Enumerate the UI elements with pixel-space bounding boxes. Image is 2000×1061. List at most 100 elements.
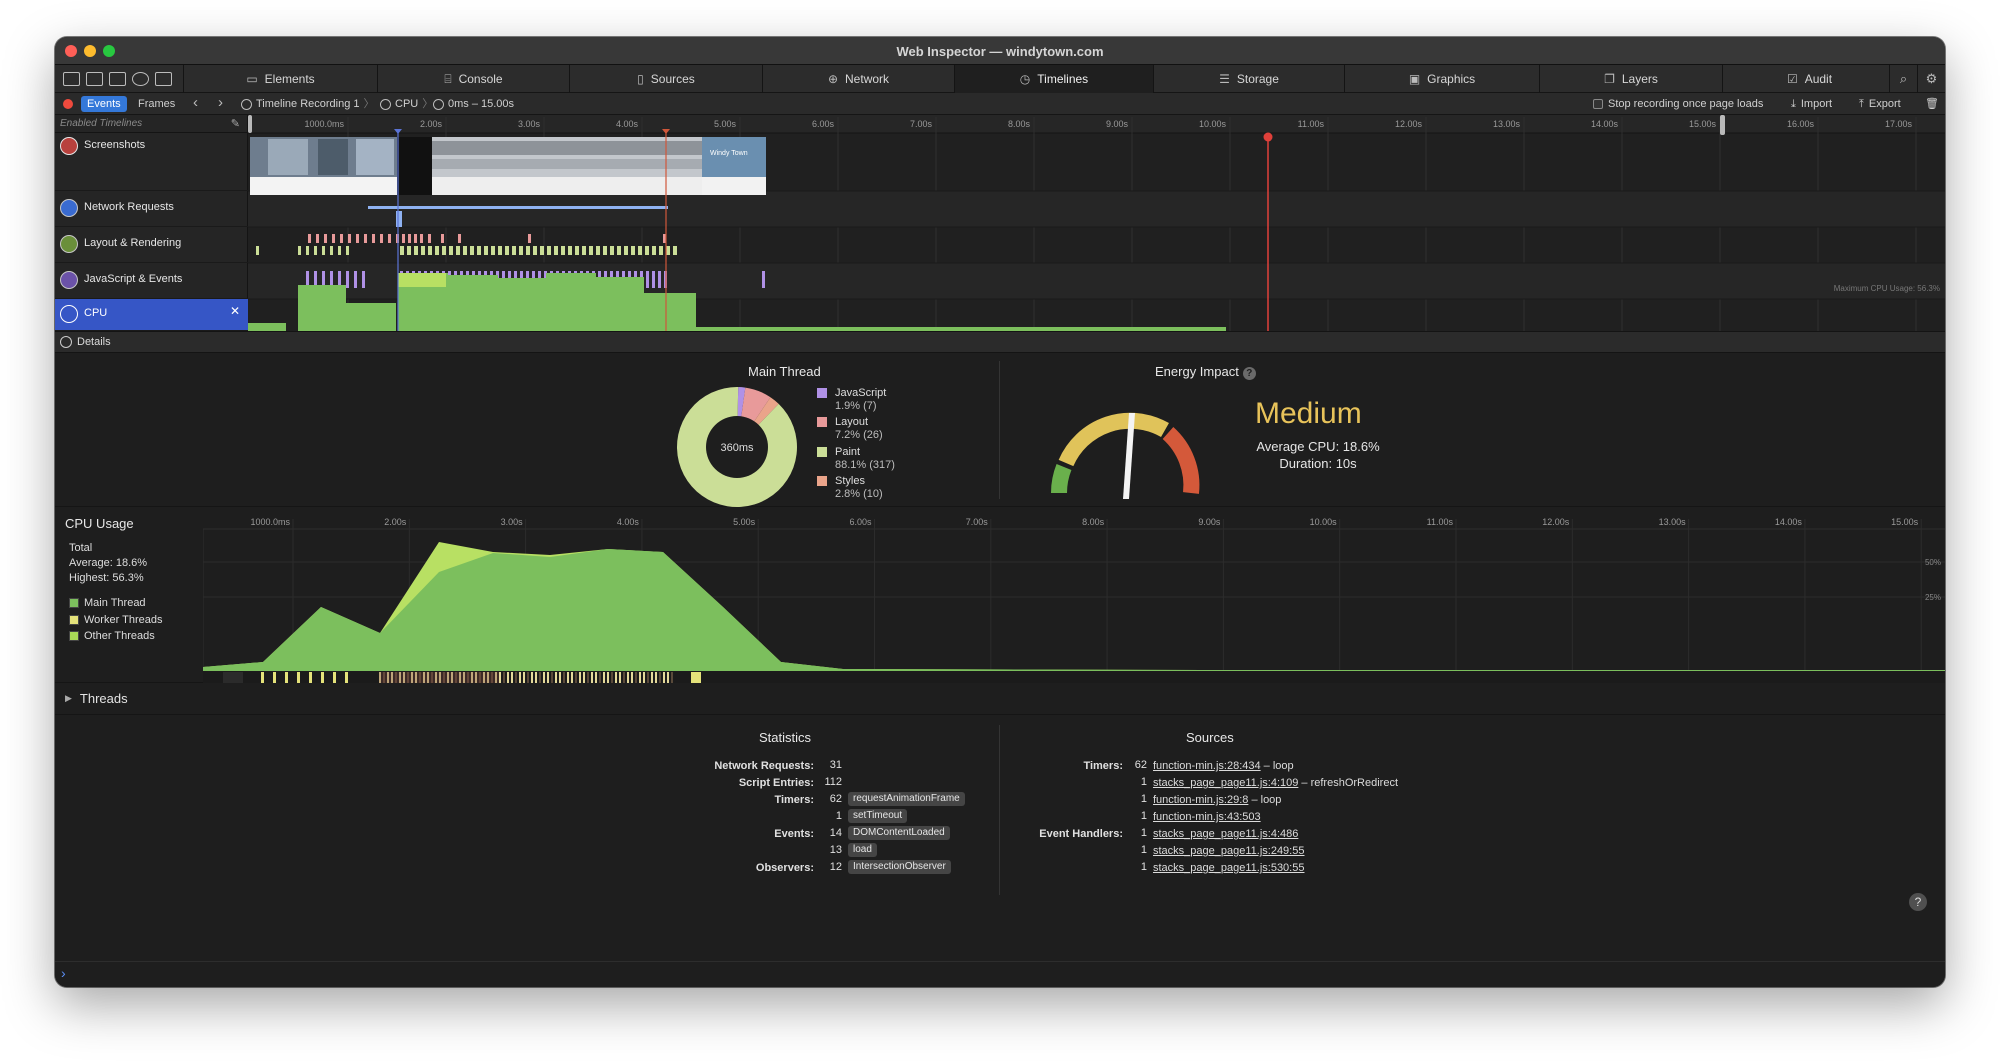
frames-mode-button[interactable]: Frames xyxy=(138,96,175,112)
cpu-sample-mark xyxy=(273,672,276,683)
source-link[interactable]: stacks_page_page11.js:4:109 xyxy=(1153,777,1298,789)
dock-bottom-icon[interactable] xyxy=(86,72,103,86)
cpu-sample-mark xyxy=(503,672,505,683)
overview-tick-label: 16.00s xyxy=(1787,119,1815,129)
threads-disclosure[interactable]: ▶ Threads xyxy=(55,683,1945,715)
paint-event-mark xyxy=(470,246,474,255)
overview-graph-area: 1000.0ms 2.00s 3.00s 4.00s 5.00s 6.00s 7.00s 8.… xyxy=(248,115,1945,331)
details-bar: Details xyxy=(55,331,1945,353)
breadcrumb-cpu[interactable]: CPU 〉 xyxy=(380,96,433,112)
cpu-usage-panel: CPU Usage Total Average: 18.6% Highest: … xyxy=(55,507,1945,683)
sources-count: 62 xyxy=(1134,759,1147,771)
back-arrow-icon[interactable]: ‹ xyxy=(193,94,198,111)
timelines-sidebar: Enabled Timelines ✎ Screenshots Network … xyxy=(55,115,248,331)
source-link[interactable]: stacks_page_page11.js:4:486 xyxy=(1153,828,1298,840)
statistics-pill[interactable]: requestAnimationFrame xyxy=(848,792,965,806)
export-button[interactable]: ⤒ Export xyxy=(1859,96,1901,112)
cpu-total-label: Total xyxy=(69,542,93,554)
statistics-pill[interactable]: DOMContentLoaded xyxy=(848,826,950,840)
energy-help-icon[interactable]: ? xyxy=(1242,367,1256,380)
tab-timelines[interactable]: ◷ Timelines xyxy=(954,65,1153,93)
import-button[interactable]: ⤓ Import xyxy=(1791,96,1832,112)
device-settings-icon[interactable] xyxy=(155,72,172,86)
timeline-row-screenshots[interactable]: Screenshots xyxy=(55,133,248,191)
cpu-average: Average: 18.6% xyxy=(69,557,148,569)
forward-arrow-icon[interactable]: › xyxy=(218,94,223,111)
stop-recording-checkbox[interactable] xyxy=(1593,99,1603,109)
brush-icon xyxy=(60,235,78,253)
tab-elements[interactable]: ▭ Elements xyxy=(183,65,377,93)
layout-event-mark xyxy=(372,234,375,243)
stop-recording-option[interactable]: Stop recording once page loads xyxy=(1593,96,1763,112)
screenshot-strip[interactable]: Windy Town xyxy=(250,137,766,195)
edit-pencil-icon[interactable]: ✎ xyxy=(231,117,240,130)
tab-sources[interactable]: ▯ Sources xyxy=(569,65,762,93)
cpu-legend: Main Thread Worker Threads Other Threads xyxy=(69,595,162,645)
summary-divider xyxy=(999,361,1000,499)
legend-main-thread[interactable]: Main Thread xyxy=(69,595,162,612)
paint-event-mark xyxy=(659,246,663,255)
timeline-row-layout[interactable]: Layout & Rendering xyxy=(55,227,248,263)
tab-layers[interactable]: ❐ Layers xyxy=(1539,65,1722,93)
statistics-count: 14 xyxy=(829,827,842,839)
tab-graphics[interactable]: ▣ Graphics xyxy=(1344,65,1539,93)
statistics-key: Events: xyxy=(655,827,814,844)
cpu-sample-mark xyxy=(623,672,625,683)
tab-storage[interactable]: ☰ Storage xyxy=(1153,65,1344,93)
source-link[interactable]: function-min.js:28:434 xyxy=(1153,760,1261,772)
timeline-row-network[interactable]: Network Requests xyxy=(55,191,248,227)
close-icon[interactable]: ✕ xyxy=(230,304,240,318)
layout-event-mark xyxy=(402,234,405,243)
clear-trash-icon[interactable]: 🗑 xyxy=(1925,96,1939,112)
overview-tick-label: 5.00s xyxy=(714,119,737,129)
timeline-row-javascript[interactable]: JavaScript & Events xyxy=(55,263,248,299)
paint-event-mark xyxy=(442,246,446,255)
tab-audit[interactable]: ☑ Audit xyxy=(1722,65,1896,93)
range-end-handle[interactable] xyxy=(1720,115,1725,135)
element-picker-icon[interactable] xyxy=(132,72,149,86)
breadcrumb-recording[interactable]: Timeline Recording 1 〉 xyxy=(241,96,375,112)
layout-event-mark xyxy=(458,234,461,243)
paint-event-mark xyxy=(256,246,259,255)
dock-left-icon[interactable] xyxy=(63,72,80,86)
legend-worker-threads[interactable]: Worker Threads xyxy=(69,612,162,629)
legend-javascript: JavaScript 1.9% (7) xyxy=(817,387,886,413)
statistics-count: 31 xyxy=(829,759,842,771)
statistics-key: Timers: xyxy=(655,793,814,810)
record-button[interactable] xyxy=(63,99,73,109)
source-link[interactable]: stacks_page_page11.js:249:55 xyxy=(1153,845,1304,857)
cpu-sample-mark xyxy=(379,672,499,683)
console-prompt[interactable]: › xyxy=(55,961,1945,987)
disclosure-triangle-icon: ▶ xyxy=(65,693,72,703)
source-link[interactable]: stacks_page_page11.js:530:55 xyxy=(1153,862,1304,874)
tab-console[interactable]: ⌸ Console xyxy=(377,65,569,93)
settings-gear-icon[interactable]: ⚙ xyxy=(1917,65,1945,93)
help-button[interactable]: ? xyxy=(1909,893,1927,911)
statistics-pill[interactable]: IntersectionObserver xyxy=(848,860,951,874)
legend-other-threads[interactable]: Other Threads xyxy=(69,628,162,645)
timeline-row-cpu[interactable]: CPU ✕ xyxy=(55,299,248,331)
cpu-icon xyxy=(60,305,78,323)
timeline-overview: Enabled Timelines ✎ Screenshots Network … xyxy=(55,115,1945,331)
search-icon[interactable]: ⌕ xyxy=(1889,65,1917,93)
tab-network[interactable]: ⊕ Network xyxy=(762,65,954,93)
source-link[interactable]: function-min.js:43:503 xyxy=(1153,811,1261,823)
playhead-knob[interactable] xyxy=(1263,132,1273,142)
overview-tick-label: 7.00s xyxy=(910,119,933,129)
paint-event-mark xyxy=(314,246,317,255)
range-start-handle[interactable] xyxy=(248,115,252,133)
source-link[interactable]: function-min.js:29:8 xyxy=(1153,794,1248,806)
events-mode-button[interactable]: Events xyxy=(81,96,127,112)
sources-entry: stacks_page_page11.js:530:55 xyxy=(1153,861,1304,878)
energy-level: Medium xyxy=(1255,397,1362,430)
statistics-pill[interactable]: load xyxy=(848,843,877,857)
statistics-key-label: Events: xyxy=(774,828,814,840)
dock-right-icon[interactable] xyxy=(109,72,126,86)
overview-tick-label: 12.00s xyxy=(1395,119,1423,129)
statistics-key-label: Script Entries: xyxy=(738,777,814,789)
paint-event-mark xyxy=(589,246,593,255)
layout-event-mark xyxy=(316,234,319,243)
statistics-pill[interactable]: setTimeout xyxy=(848,809,908,823)
sources-entry: stacks_page_page11.js:4:486 xyxy=(1153,827,1298,844)
breadcrumb-time-range[interactable]: 0ms – 15.00s xyxy=(433,96,514,112)
